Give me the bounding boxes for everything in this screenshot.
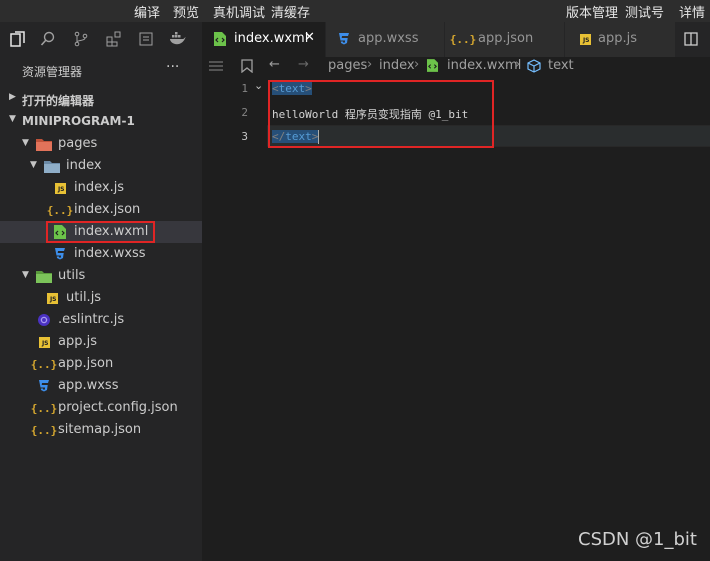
tree-item-app-json[interactable]: {..} app.json [0, 353, 202, 375]
breadcrumb-symbol[interactable]: text [548, 58, 574, 73]
css-file-icon [36, 378, 52, 394]
close-icon[interactable]: ✕ [304, 30, 315, 45]
json-file-icon: {..} [30, 401, 58, 415]
css-file-icon [336, 31, 352, 47]
back-arrow-icon[interactable]: ← [269, 57, 280, 72]
debug-icon[interactable] [136, 29, 156, 49]
highlight-box-code [268, 80, 494, 148]
line-number: 3 [241, 130, 248, 143]
bookmark-icon[interactable] [241, 59, 253, 77]
tree-item-pages[interactable]: ▼ pages [0, 133, 202, 155]
breadcrumb-pages[interactable]: pages [328, 58, 367, 73]
eslint-file-icon [36, 312, 52, 328]
breadcrumb: ← → pages › index › index.wxml › text [202, 57, 710, 77]
section-open-editors[interactable]: ▶ 打开的编辑器 [0, 89, 202, 111]
forward-arrow-icon[interactable]: → [298, 57, 309, 72]
chevron-right-icon: › [515, 57, 521, 72]
css-file-icon [52, 246, 68, 262]
breadcrumb-index[interactable]: index [379, 58, 415, 73]
tree-item-eslintrc[interactable]: .eslintrc.js [0, 309, 202, 331]
watermark: CSDN @1_bit [578, 529, 697, 550]
tab-app-json[interactable]: {..} app.json [445, 22, 565, 57]
folder-icon [44, 158, 60, 174]
chevron-right-icon: › [414, 57, 420, 72]
tree-item-app-js[interactable]: JS app.js [0, 331, 202, 353]
tree-item-index-wxss[interactable]: index.wxss [0, 243, 202, 265]
js-file-icon: JS [52, 180, 68, 196]
js-file-icon: JS [36, 334, 52, 350]
explorer-sidebar: 资源管理器 ··· ▶ 打开的编辑器 ▼ MINIPROGRAM-1 ▼ pag… [0, 57, 202, 561]
extensions-icon[interactable] [104, 29, 124, 49]
line-number: 2 [241, 106, 248, 119]
tree-item-app-wxss[interactable]: app.wxss [0, 375, 202, 397]
json-file-icon: {..} [30, 423, 58, 437]
menu-version-control[interactable]: 版本管理 [566, 2, 618, 21]
tree-item-index-folder[interactable]: ▼ index [0, 155, 202, 177]
menu-test-account[interactable]: 测试号 [625, 2, 664, 21]
explorer-icon[interactable] [8, 29, 28, 49]
chevron-down-icon: ▼ [22, 138, 29, 148]
tab-app-js[interactable]: JS app.js [565, 22, 676, 57]
chevron-down-icon: ▼ [30, 160, 37, 170]
tab-index-wxml[interactable]: index.wxml ✕ [202, 22, 326, 57]
js-file-icon: JS [577, 31, 593, 47]
tree-item-utils[interactable]: ▼ utils [0, 265, 202, 287]
tree-item-index-js[interactable]: JS index.js [0, 177, 202, 199]
tree-item-util-js[interactable]: JS util.js [0, 287, 202, 309]
highlight-box-file [46, 221, 155, 243]
menu-compile[interactable]: 编译 [134, 2, 160, 21]
activity-bar [0, 22, 202, 57]
js-file-icon: JS [44, 290, 60, 306]
menu-bar: 编译 预览 真机调试 清缓存 版本管理 测试号 详情 [0, 0, 710, 22]
menu-real-device-debug[interactable]: 真机调试 [213, 2, 265, 21]
json-file-icon: {..} [30, 357, 58, 371]
line-number: 1 [241, 82, 248, 95]
explorer-title: 资源管理器 [22, 65, 83, 79]
chevron-right-icon: ▶ [9, 92, 16, 102]
fold-chevron-icon[interactable]: ⌄ [254, 79, 263, 92]
wxml-file-icon [212, 31, 228, 47]
more-actions-button[interactable]: ··· [166, 59, 179, 75]
section-project[interactable]: ▼ MINIPROGRAM-1 [0, 111, 202, 133]
menu-clear-cache[interactable]: 清缓存 [271, 2, 310, 21]
code-editor[interactable]: 1 ⌄ 2 3 <text> helloWorld 程序员变现指南 @1_bit… [202, 77, 710, 561]
folder-icon [36, 268, 52, 284]
chevron-right-icon: › [367, 57, 373, 72]
docker-icon[interactable] [168, 29, 188, 49]
tree-item-index-json[interactable]: {..} index.json [0, 199, 202, 221]
menu-details[interactable]: 详情 [679, 2, 705, 21]
split-editor-icon[interactable] [684, 32, 698, 50]
chevron-down-icon: ▼ [22, 270, 29, 280]
element-symbol-icon [527, 59, 541, 77]
json-file-icon: {..} [46, 203, 74, 217]
tree-item-project-config-json[interactable]: {..} project.config.json [0, 397, 202, 419]
json-file-icon: {..} [449, 32, 477, 46]
list-icon[interactable] [209, 60, 223, 76]
tree-item-sitemap-json[interactable]: {..} sitemap.json [0, 419, 202, 441]
chevron-down-icon: ▼ [9, 114, 16, 124]
menu-preview[interactable]: 预览 [173, 2, 199, 21]
source-control-icon[interactable] [71, 29, 91, 49]
breadcrumb-file[interactable]: index.wxml [447, 58, 521, 73]
wxml-file-icon [427, 59, 438, 76]
folder-icon [36, 136, 52, 152]
tab-app-wxss[interactable]: app.wxss [326, 22, 445, 57]
search-icon[interactable] [38, 29, 58, 49]
editor-tabs: index.wxml ✕ app.wxss {..} app.json JS a… [202, 22, 710, 57]
